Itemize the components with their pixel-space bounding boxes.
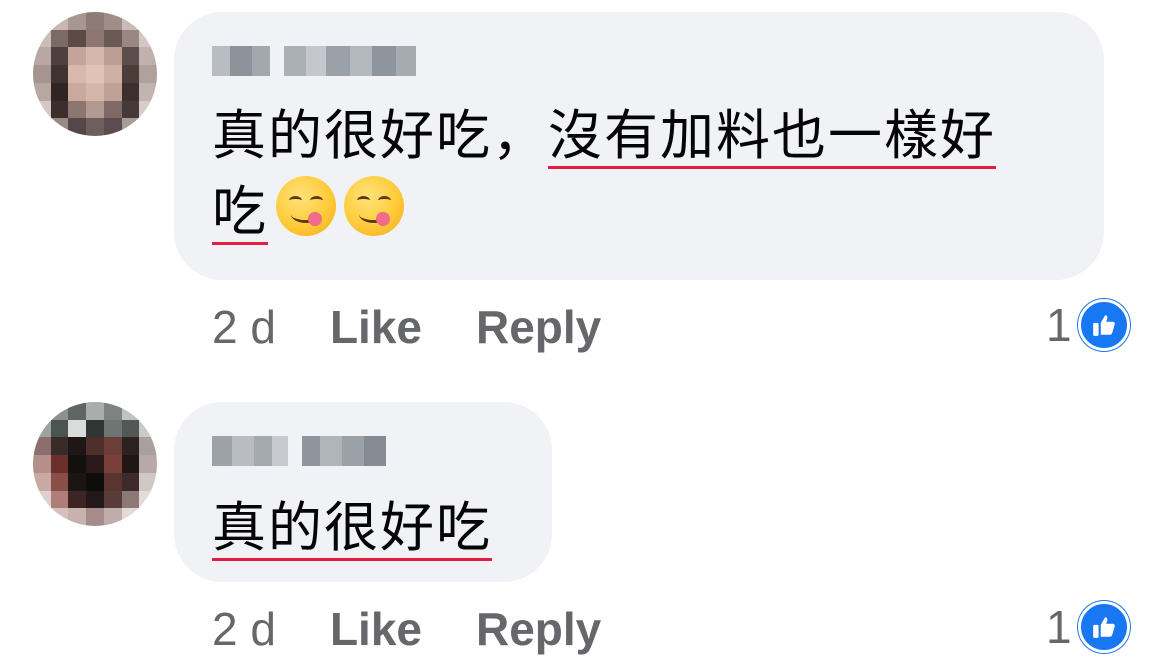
comment-text: 真的很好吃 bbox=[212, 490, 492, 566]
name-blur bbox=[302, 436, 386, 466]
comment-actions: 2 d Like Reply bbox=[212, 300, 655, 354]
reaction-summary[interactable]: 1 bbox=[1046, 600, 1130, 654]
like-button[interactable]: Like bbox=[330, 300, 422, 354]
name-blur bbox=[212, 436, 288, 466]
comment-actions: 2 d Like Reply bbox=[212, 602, 655, 656]
comment-text: 真的很好吃，沒有加料也一樣好 吃 bbox=[212, 98, 996, 250]
avatar[interactable] bbox=[33, 402, 157, 526]
reaction-count: 1 bbox=[1046, 601, 1072, 653]
comment-text-plain: 真的很好吃， bbox=[212, 104, 548, 167]
reaction-count: 1 bbox=[1046, 299, 1072, 351]
avatar[interactable] bbox=[33, 12, 157, 136]
thumbs-up-icon bbox=[1077, 601, 1130, 653]
reply-button[interactable]: Reply bbox=[476, 300, 601, 354]
comment-text-underlined: 真的很好吃 bbox=[212, 496, 492, 559]
author-name[interactable] bbox=[212, 46, 416, 76]
face-savoring-food-icon bbox=[276, 176, 336, 236]
comment-text-underlined: 吃 bbox=[212, 180, 268, 243]
comment-text-underlined: 沒有加料也一樣好 bbox=[548, 104, 996, 167]
reaction-summary[interactable]: 1 bbox=[1046, 298, 1130, 352]
reply-button[interactable]: Reply bbox=[476, 602, 601, 656]
like-button[interactable]: Like bbox=[330, 602, 422, 656]
timestamp[interactable]: 2 d bbox=[212, 300, 276, 354]
face-savoring-food-icon bbox=[344, 176, 404, 236]
name-blur bbox=[212, 46, 270, 76]
author-name[interactable] bbox=[212, 436, 386, 466]
name-blur bbox=[284, 46, 416, 76]
timestamp[interactable]: 2 d bbox=[212, 602, 276, 656]
thumbs-up-icon bbox=[1077, 299, 1130, 351]
